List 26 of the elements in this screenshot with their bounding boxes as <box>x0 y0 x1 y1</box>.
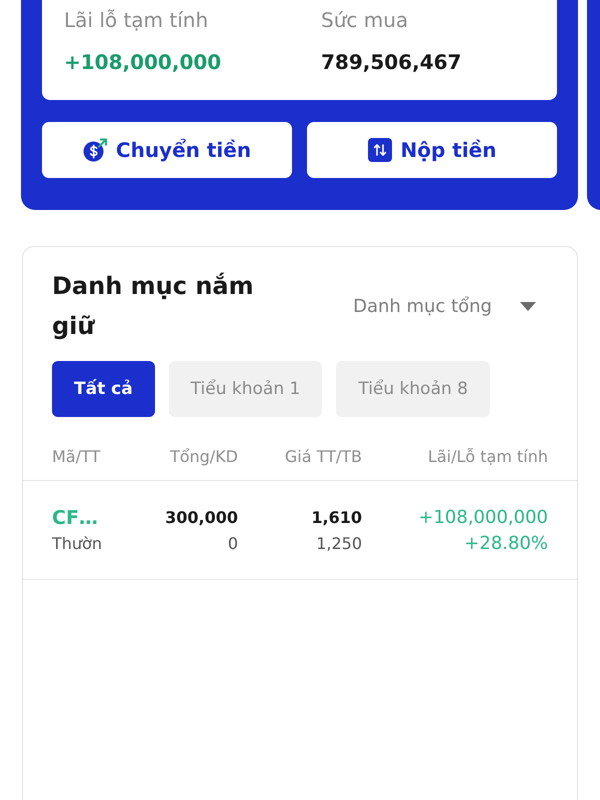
stock-code[interactable]: CF… <box>52 505 98 531</box>
market-price: 1,610 <box>311 507 362 529</box>
summary-label: Sức mua <box>321 7 408 34</box>
portfolio-dropdown[interactable]: Danh mục tổng <box>353 296 536 316</box>
account-tab[interactable]: Tiểu khoản 8 <box>336 361 490 417</box>
column-header: Lãi/Lỗ tạm tính <box>428 446 548 468</box>
average-price: 1,250 <box>316 533 362 555</box>
account-tab[interactable]: Tất cả <box>52 361 155 417</box>
transfer-button[interactable]: Chuyển tiền <box>42 122 292 178</box>
profit-loss-percent: +28.80% <box>464 533 548 555</box>
account-tab[interactable]: Tiểu khoản 1 <box>168 361 322 417</box>
column-header: Mã/TT <box>52 446 100 468</box>
total-quantity: 300,000 <box>165 507 238 529</box>
profit-loss-value: +108,000,000 <box>418 506 548 530</box>
summary-label: Lãi lỗ tạm tính <box>64 7 208 34</box>
summary-value: +108,000,000 <box>64 49 222 76</box>
up-down-arrows-icon <box>368 138 392 162</box>
deposit-button[interactable]: Nộp tiền <box>307 122 557 178</box>
dollar-coin-icon <box>82 138 107 162</box>
summary-value: 789,506,467 <box>321 49 462 76</box>
section-title: Danh mục nắm giữ <box>52 271 255 342</box>
available-quantity: 0 <box>228 533 238 555</box>
column-header: Giá TT/TB <box>284 446 362 468</box>
column-header: Tổng/KD <box>170 446 238 468</box>
caret-icon <box>520 302 536 310</box>
order-type: Thườn <box>52 533 102 555</box>
